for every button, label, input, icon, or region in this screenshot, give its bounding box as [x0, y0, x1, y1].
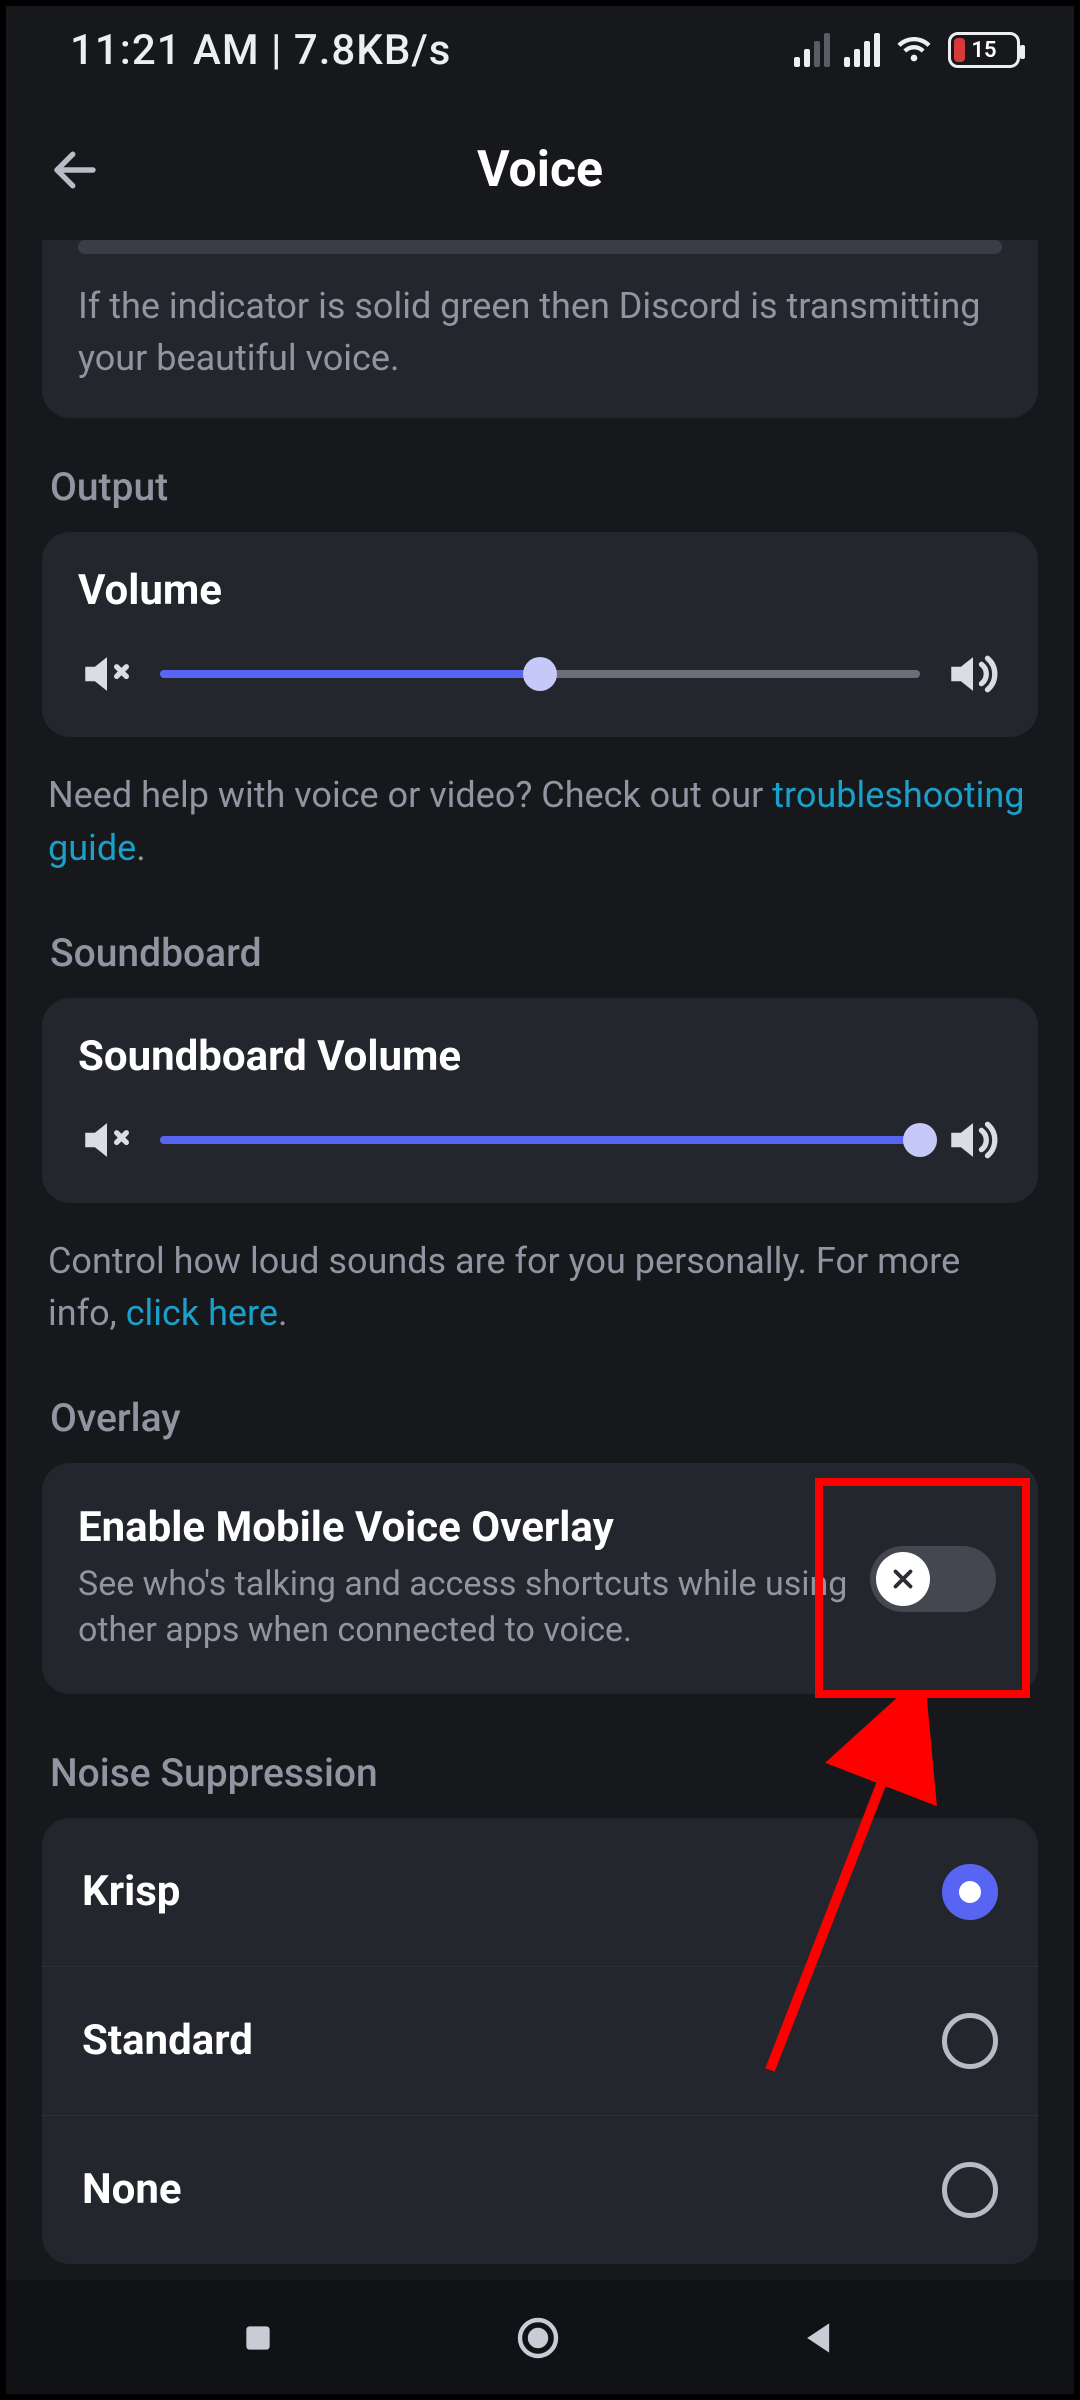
noise-option-label: Krisp [82, 1867, 180, 1916]
nav-back-icon[interactable] [798, 2316, 842, 2364]
overlay-toggle[interactable] [870, 1546, 996, 1612]
wifi-icon [894, 28, 934, 72]
soundboard-volume-label: Soundboard Volume [78, 1032, 1002, 1081]
radio-icon[interactable] [942, 2162, 998, 2218]
page-title: Voice [0, 141, 1080, 199]
sensitivity-hint: If the indicator is solid green then Dis… [78, 280, 1002, 384]
speaker-mute-icon [78, 645, 136, 703]
back-button[interactable] [40, 135, 110, 205]
noise-option-label: Standard [82, 2016, 253, 2065]
output-help-prefix: Need help with voice or video? Check out… [48, 774, 772, 816]
output-section-label: Output [50, 464, 1038, 510]
overlay-section-label: Overlay [50, 1395, 1038, 1441]
system-nav-bar [0, 2280, 1080, 2400]
battery-pct: 15 [951, 35, 1017, 65]
sensitivity-indicator [78, 240, 1002, 254]
radio-icon[interactable] [942, 2013, 998, 2069]
soundboard-info-link[interactable]: click here [126, 1292, 278, 1334]
noise-option-krisp[interactable]: Krisp [42, 1818, 1038, 1966]
nav-home-icon[interactable] [514, 2314, 562, 2366]
signal-2-icon [844, 33, 880, 67]
nav-recent-icon[interactable] [238, 2318, 278, 2362]
noise-option-label: None [82, 2165, 182, 2214]
soundboard-volume-slider[interactable] [160, 1136, 920, 1144]
sensitivity-card: If the indicator is solid green then Dis… [42, 240, 1038, 418]
overlay-title: Enable Mobile Voice Overlay [78, 1503, 850, 1552]
noise-option-standard[interactable]: Standard [42, 1966, 1038, 2115]
status-icons: 15 [794, 28, 1020, 72]
speaker-loud-icon [944, 1111, 1002, 1169]
battery-icon: 15 [948, 32, 1020, 68]
status-time: 11:21 AM | 7.8KB/s [70, 26, 451, 75]
output-volume-label: Volume [78, 566, 1002, 615]
radio-icon[interactable] [942, 1864, 998, 1920]
speaker-mute-icon [78, 1111, 136, 1169]
overlay-desc: See who's talking and access shortcuts w… [78, 1562, 850, 1654]
close-icon [876, 1552, 930, 1606]
signal-1-icon [794, 33, 830, 67]
noise-option-none[interactable]: None [42, 2115, 1038, 2264]
output-help-text: Need help with voice or video? Check out… [42, 737, 1038, 873]
speaker-loud-icon [944, 645, 1002, 703]
overlay-card[interactable]: Enable Mobile Voice Overlay See who's ta… [42, 1463, 1038, 1694]
output-volume-slider[interactable] [160, 670, 920, 678]
soundboard-section-label: Soundboard [50, 930, 1038, 976]
status-bar: 11:21 AM | 7.8KB/s 15 [0, 0, 1080, 100]
app-header: Voice [0, 100, 1080, 240]
content-scroll[interactable]: If the indicator is solid green then Dis… [0, 240, 1080, 2280]
output-help-suffix: . [136, 827, 146, 869]
noise-section-label: Noise Suppression [50, 1750, 1038, 1796]
soundboard-help-suffix: . [278, 1292, 288, 1334]
output-volume-card: Volume [42, 532, 1038, 737]
noise-options-card: Krisp Standard None [42, 1818, 1038, 2264]
soundboard-help-text: Control how loud sounds are for you pers… [42, 1203, 1038, 1339]
soundboard-volume-card: Soundboard Volume [42, 998, 1038, 1203]
